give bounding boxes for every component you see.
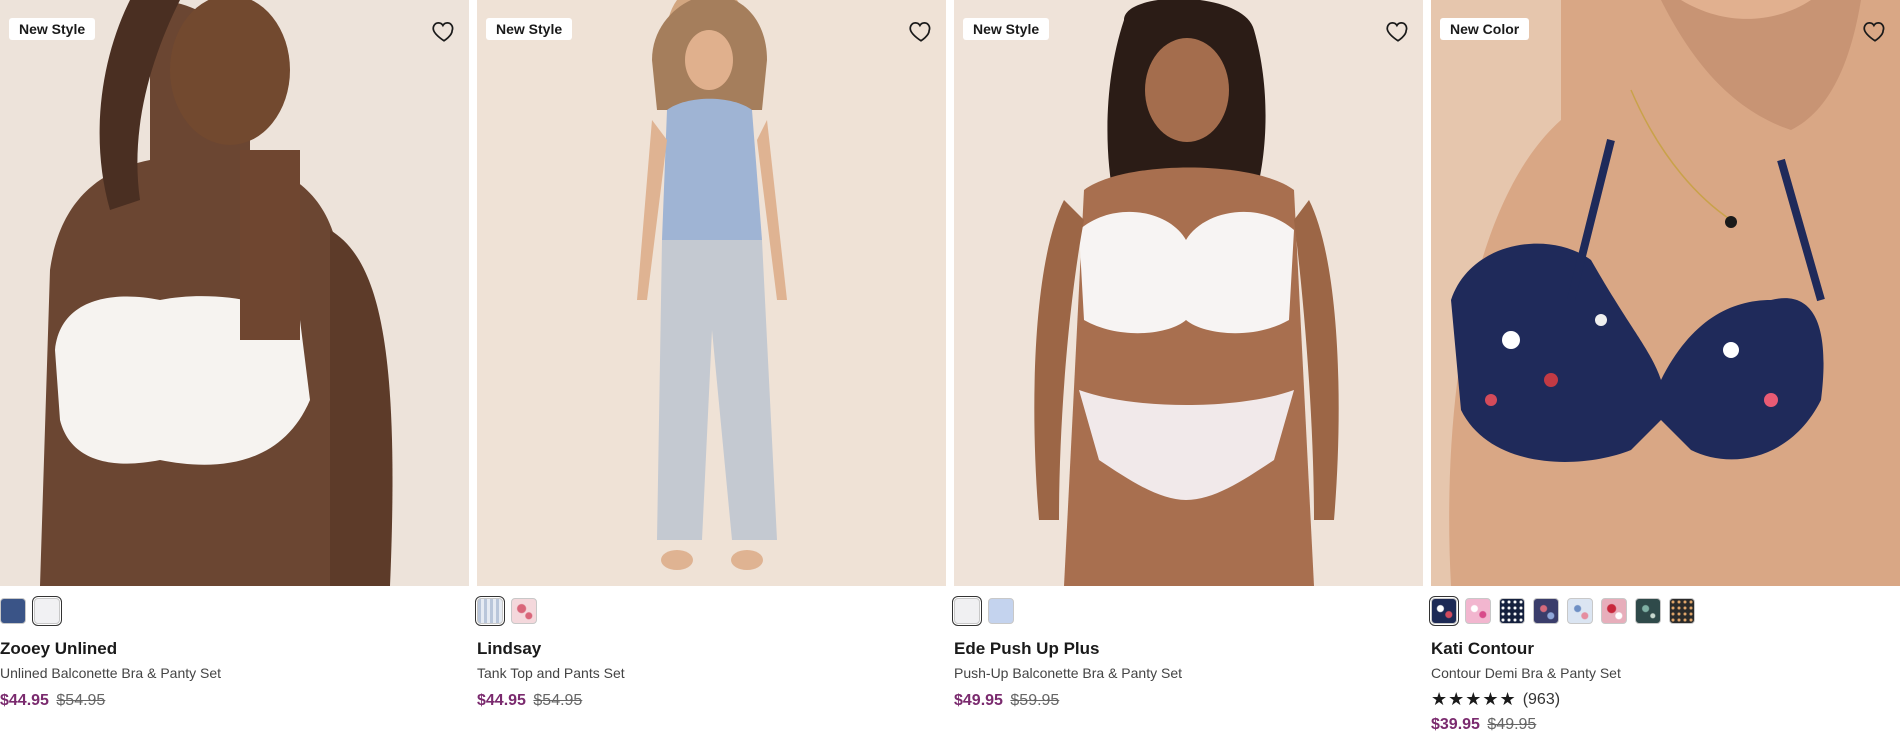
product-photo [954, 0, 1423, 586]
swatch-navy-print[interactable] [1533, 598, 1559, 624]
sale-price: $44.95 [477, 692, 526, 709]
product-rating[interactable]: ★★★★★ (963) [1431, 689, 1900, 710]
product-name[interactable]: Kati Contour [1431, 639, 1900, 659]
swatch-navy-heather[interactable] [0, 598, 26, 624]
swatch-pink-floral[interactable] [511, 598, 537, 624]
swatch-rose-floral[interactable] [1601, 598, 1627, 624]
product-price: $39.95 $49.95 [1431, 716, 1900, 734]
color-swatches [0, 596, 469, 626]
swatch-light-floral[interactable] [1567, 598, 1593, 624]
product-badge: New Style [963, 18, 1050, 40]
product-badge: New Style [486, 18, 573, 40]
heart-outline-icon[interactable] [908, 18, 934, 44]
product-card[interactable]: New Style Lindsay Tank Top and Pants Set… [475, 0, 946, 734]
swatch-navy-dot[interactable] [1499, 598, 1525, 624]
product-photo [477, 0, 946, 586]
heart-outline-icon[interactable] [1862, 18, 1888, 44]
product-image[interactable]: New Style [954, 0, 1423, 586]
product-photo [0, 0, 469, 586]
sale-price: $39.95 [1431, 716, 1480, 733]
swatch-blue-stripe[interactable] [475, 596, 505, 626]
product-image[interactable]: New Color [1431, 0, 1900, 586]
product-card[interactable]: New Color Kati Contour Contour Demi Bra … [1429, 0, 1900, 734]
original-price: $49.95 [1487, 716, 1537, 733]
product-price: $44.95 $54.95 [477, 692, 946, 710]
swatch-black-dot[interactable] [1669, 598, 1695, 624]
product-image[interactable]: New Style [477, 0, 946, 586]
swatch-white[interactable] [952, 596, 982, 626]
product-price: $44.95 $54.95 [0, 692, 469, 710]
product-price: $49.95 $59.95 [954, 692, 1423, 710]
sale-price: $44.95 [0, 692, 49, 709]
product-description: Push-Up Balconette Bra & Panty Set [954, 665, 1183, 681]
product-name[interactable]: Lindsay [477, 639, 946, 659]
swatch-light-blue[interactable] [988, 598, 1014, 624]
product-badge: New Color [1440, 18, 1530, 40]
product-image[interactable]: New Style [0, 0, 469, 586]
swatch-pink-floral[interactable] [1465, 598, 1491, 624]
product-description: Contour Demi Bra & Panty Set [1431, 665, 1621, 681]
sale-price: $49.95 [954, 692, 1003, 709]
color-swatches [475, 596, 946, 626]
product-name[interactable]: Ede Push Up Plus [954, 639, 1423, 659]
product-photo [1431, 0, 1900, 586]
product-badge: New Style [9, 18, 96, 40]
heart-outline-icon[interactable] [431, 18, 457, 44]
star-rating-icon: ★★★★★ [1431, 689, 1517, 709]
swatch-white[interactable] [32, 596, 62, 626]
original-price: $54.95 [56, 692, 106, 709]
color-swatches [952, 596, 1423, 626]
color-swatches [1429, 596, 1900, 626]
original-price: $59.95 [1010, 692, 1060, 709]
heart-outline-icon[interactable] [1385, 18, 1411, 44]
swatch-navy-floral[interactable] [1429, 596, 1459, 626]
product-name[interactable]: Zooey Unlined [0, 639, 469, 659]
product-card[interactable]: New Style Zooey Unlined Unlined Balconet… [0, 0, 469, 734]
swatch-green-print[interactable] [1635, 598, 1661, 624]
product-grid: New Style Zooey Unlined Unlined Balconet… [0, 0, 1900, 734]
original-price: $54.95 [533, 692, 583, 709]
review-count: (963) [1522, 690, 1561, 708]
product-description: Tank Top and Pants Set [477, 665, 625, 681]
product-description: Unlined Balconette Bra & Panty Set [0, 665, 222, 681]
product-card[interactable]: New Style Ede Push Up Plus Push-Up Balco… [952, 0, 1423, 734]
